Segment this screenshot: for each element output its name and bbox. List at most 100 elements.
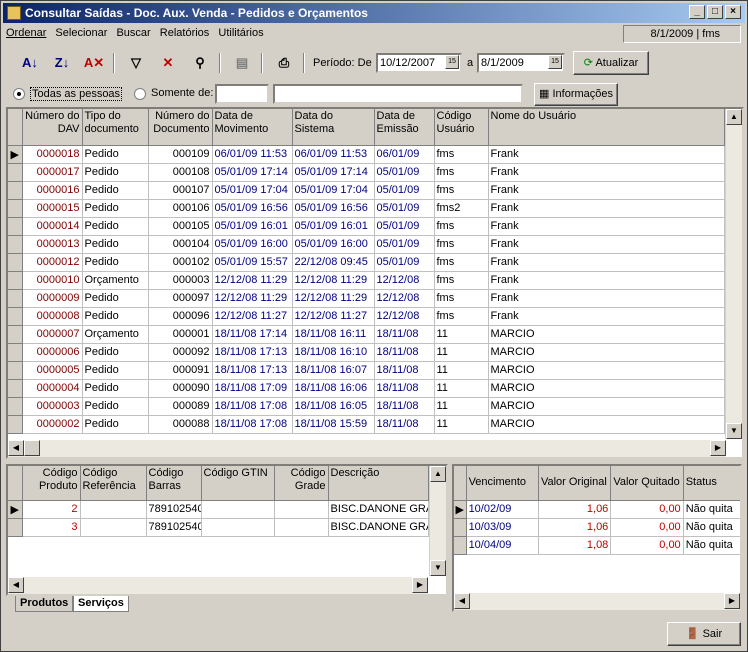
menu-selecionar[interactable]: Selecionar xyxy=(52,25,110,41)
calendar-from-icon[interactable]: 15 xyxy=(445,55,459,69)
table-row[interactable]: 10/03/09 1,06 0,00 Não quita xyxy=(454,518,740,537)
table-row[interactable]: 0000008 Pedido 000096 12/12/08 11:27 12/12/0… xyxy=(8,307,725,326)
scroll-down-icon[interactable]: ▼ xyxy=(726,423,742,439)
header-codigo-usuario[interactable]: Código Usuário xyxy=(434,109,489,146)
table-cell: 18/11/08 xyxy=(374,325,435,344)
header-valor-original[interactable]: Valor Original xyxy=(538,466,612,501)
scroll-up-icon[interactable]: ▲ xyxy=(430,466,446,482)
scroll-right-icon[interactable]: ▶ xyxy=(710,440,726,456)
todas-label[interactable]: Todas as pessoas xyxy=(30,87,123,101)
table-row[interactable]: 10/04/09 1,08 0,00 Não quita xyxy=(454,536,740,555)
header-tipo-documento[interactable]: Tipo do documento xyxy=(82,109,149,146)
menu-buscar[interactable]: Buscar xyxy=(113,25,153,41)
table-row[interactable]: 0000010 Orçamento 000003 12/12/08 11:29 12/1… xyxy=(8,271,725,290)
table-cell xyxy=(201,500,275,519)
filter-icon[interactable]: ▽ xyxy=(123,51,149,75)
table-row[interactable]: 0000003 Pedido 000089 18/11/08 17:08 18/11/0… xyxy=(8,397,725,416)
table-row[interactable]: 0000009 Pedido 000097 12/12/08 11:29 12/12/0… xyxy=(8,289,725,308)
minimize-button[interactable]: _ xyxy=(689,5,705,19)
scroll-right-icon[interactable]: ▶ xyxy=(412,577,428,593)
atualizar-button[interactable]: ⟳ Atualizar xyxy=(573,51,649,75)
tab-produtos[interactable]: Produtos xyxy=(15,596,74,612)
table-row[interactable]: 0000017 Pedido 000108 05/01/09 17:14 05/01/0… xyxy=(8,163,725,182)
table-row[interactable]: 0000014 Pedido 000105 05/01/09 16:01 05/01/0… xyxy=(8,217,725,236)
row-indicator xyxy=(8,518,23,537)
table-row[interactable]: 3 789102540 BISC.DANONE GRA xyxy=(8,518,429,537)
table-cell: 18/11/08 17:09 xyxy=(212,379,293,398)
installments-hscrollbar[interactable]: ◀ ▶ xyxy=(454,593,740,610)
maximize-button[interactable]: □ xyxy=(707,5,723,19)
scroll-left-icon[interactable]: ◀ xyxy=(454,593,470,609)
table-row[interactable]: 0000013 Pedido 000104 05/01/09 16:00 05/01/0… xyxy=(8,235,725,254)
header-codigo-referencia[interactable]: Código Referência xyxy=(80,466,147,501)
table-cell: 12/12/08 11:29 xyxy=(292,289,375,308)
person-code-input[interactable] xyxy=(215,84,269,104)
somente-radio[interactable] xyxy=(134,88,146,100)
calendar-to-icon[interactable]: 15 xyxy=(548,55,562,69)
header-codigo-grade[interactable]: Código Grade xyxy=(274,466,329,501)
table-cell: Pedido xyxy=(82,145,149,164)
header-codigo-produto[interactable]: Código Produto xyxy=(22,466,81,501)
header-status[interactable]: Status xyxy=(683,466,740,501)
table-cell: 05/01/09 16:56 xyxy=(292,199,375,218)
informacoes-button[interactable]: ▦ Informações xyxy=(534,83,618,106)
todas-radio[interactable] xyxy=(13,88,25,100)
table-cell: 0000003 xyxy=(22,397,83,416)
table-row[interactable]: 0000004 Pedido 000090 18/11/08 17:09 18/11/0… xyxy=(8,379,725,398)
table-cell: 0000010 xyxy=(22,271,83,290)
table-row[interactable]: ▶ 0000018 Pedido 000109 06/01/09 11:53 06/01/… xyxy=(8,145,725,164)
table-row[interactable]: 0000002 Pedido 000088 18/11/08 17:08 18/11/0… xyxy=(8,415,725,434)
scroll-left-icon[interactable]: ◀ xyxy=(8,440,24,456)
scroll-down-icon[interactable]: ▼ xyxy=(430,560,446,576)
clear-sort-icon[interactable]: A✕ xyxy=(81,51,107,75)
table-cell: 12/12/08 11:27 xyxy=(292,307,375,326)
header-data-sistema[interactable]: Data do Sistema xyxy=(292,109,375,146)
menu-ordenar[interactable]: Ordenar xyxy=(3,25,49,41)
table-row[interactable]: 0000012 Pedido 000102 05/01/09 15:57 22/12/0… xyxy=(8,253,725,272)
table-cell: 18/11/08 15:59 xyxy=(292,415,375,434)
table-row[interactable]: ▶ 10/02/09 1,06 0,00 Não quita xyxy=(454,500,740,519)
header-data-emissao[interactable]: Data de Emissão xyxy=(374,109,435,146)
preview-icon[interactable]: ⎙ xyxy=(271,51,297,75)
grid-indicator-header xyxy=(8,109,23,146)
table-row[interactable]: 0000016 Pedido 000107 05/01/09 17:04 05/01/0… xyxy=(8,181,725,200)
table-cell: 18/11/08 xyxy=(374,397,435,416)
table-row[interactable]: 0000007 Orçamento 000001 18/11/08 17:14 18/1… xyxy=(8,325,725,344)
document-icon[interactable]: ▤ xyxy=(229,51,255,75)
scroll-left-icon[interactable]: ◀ xyxy=(8,577,24,593)
sort-desc-icon[interactable]: Z↓ xyxy=(49,51,75,75)
products-hscrollbar[interactable]: ◀ ▶ xyxy=(8,577,428,594)
header-numero-dav[interactable]: Número do DAV xyxy=(22,109,83,146)
binoculars-icon[interactable]: ⚲ xyxy=(187,51,213,75)
table-cell: 12/12/08 xyxy=(374,271,435,290)
header-numero-documento[interactable]: Número do Documento xyxy=(148,109,213,146)
menu-utilitarios[interactable]: Utilitários xyxy=(215,25,266,41)
table-row[interactable]: 0000006 Pedido 000092 18/11/08 17:13 18/11/0… xyxy=(8,343,725,362)
header-data-movimento[interactable]: Data de Movimento xyxy=(212,109,293,146)
scroll-right-icon[interactable]: ▶ xyxy=(724,593,740,609)
products-vscrollbar[interactable]: ▲ ▼ xyxy=(429,466,446,576)
sair-button[interactable]: 🚪 Sair xyxy=(667,622,741,646)
header-descricao[interactable]: Descrição xyxy=(328,466,429,501)
clear-filter-icon[interactable]: ✕ xyxy=(155,51,181,75)
somente-label[interactable]: Somente de: xyxy=(151,87,213,99)
hscroll-thumb[interactable] xyxy=(24,440,40,456)
person-name-input[interactable] xyxy=(273,84,523,104)
products-grid: Código Produto Código Referência Código … xyxy=(6,464,448,596)
header-nome-usuario[interactable]: Nome do Usuário xyxy=(488,109,725,146)
table-row[interactable]: 0000005 Pedido 000091 18/11/08 17:13 18/11/0… xyxy=(8,361,725,380)
sort-asc-icon[interactable]: A↓ xyxy=(17,51,43,75)
header-codigo-barras[interactable]: Código Barras xyxy=(146,466,202,501)
dav-vscrollbar[interactable]: ▲ ▼ xyxy=(725,109,742,439)
dav-hscrollbar[interactable]: ◀ ▶ xyxy=(8,440,726,457)
table-row[interactable]: ▶ 2 789102540 BISC.DANONE GRA xyxy=(8,500,429,519)
table-cell: 0000006 xyxy=(22,343,83,362)
tab-servicos[interactable]: Serviços xyxy=(73,596,129,612)
menu-relatorios[interactable]: Relatórios xyxy=(157,25,213,41)
table-row[interactable]: 0000015 Pedido 000106 05/01/09 16:56 05/01/0… xyxy=(8,199,725,218)
close-button[interactable]: × xyxy=(725,5,741,19)
header-vencimento[interactable]: Vencimento xyxy=(466,466,539,501)
scroll-up-icon[interactable]: ▲ xyxy=(726,109,742,125)
header-codigo-gtin[interactable]: Código GTIN xyxy=(201,466,275,501)
header-valor-quitado[interactable]: Valor Quitado xyxy=(610,466,684,501)
